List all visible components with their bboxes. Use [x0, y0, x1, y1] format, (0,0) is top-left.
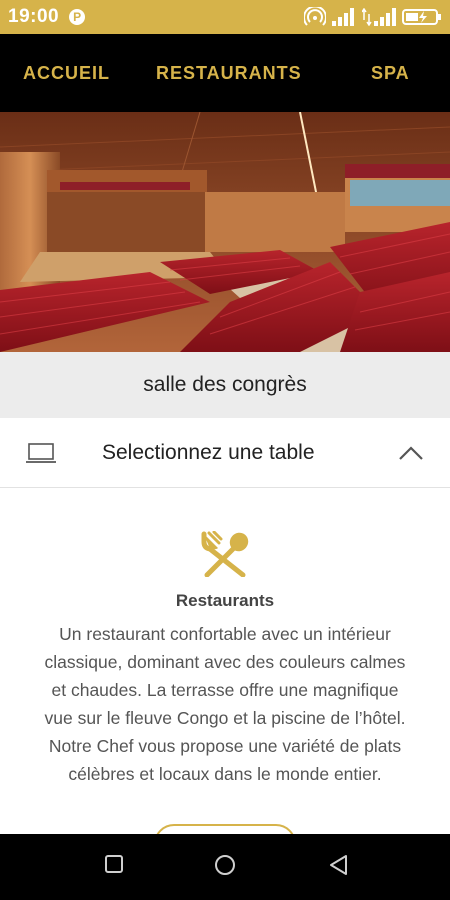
status-bar: 19:00 P [0, 0, 450, 34]
hotspot-icon [304, 7, 326, 27]
status-icons [304, 7, 442, 27]
hero-image [0, 112, 450, 352]
restaurant-section: Restaurants Un restaurant confortable av… [0, 489, 450, 834]
conference-hall-illustration [0, 112, 450, 352]
app-screen: 19:00 P ACCUEIL RESTAURANTS SPA salle de… [0, 0, 450, 900]
restaurant-description: Un restaurant confortable avec un intéri… [44, 624, 406, 784]
table-selector[interactable]: Selectionnez une table [0, 418, 450, 488]
system-navigation-bar [0, 834, 450, 900]
signal-2-icon [362, 8, 396, 26]
nav-spa[interactable]: SPA [371, 34, 410, 112]
battery-charging-icon [402, 8, 442, 26]
status-time: 19:00 [8, 6, 60, 27]
fork-spoon-icon [201, 530, 251, 582]
signal-icon [332, 8, 356, 26]
back-triangle-icon[interactable] [328, 854, 350, 881]
image-caption: salle des congrès [0, 352, 450, 418]
nav-restaurants[interactable]: RESTAURANTS [156, 34, 302, 112]
laptop-icon [25, 443, 57, 470]
home-circle-icon[interactable] [214, 854, 236, 881]
nav-accueil[interactable]: ACCUEIL [23, 34, 110, 112]
table-selector-label: Selectionnez une table [102, 441, 315, 464]
notification-app-icon: P [69, 9, 86, 25]
section-title: Restaurants [175, 591, 275, 610]
partial-action-button[interactable] [154, 824, 296, 834]
recents-square-icon[interactable] [104, 854, 124, 879]
top-navigation: ACCUEIL RESTAURANTS SPA [0, 34, 450, 112]
chevron-up-icon[interactable] [398, 445, 424, 466]
